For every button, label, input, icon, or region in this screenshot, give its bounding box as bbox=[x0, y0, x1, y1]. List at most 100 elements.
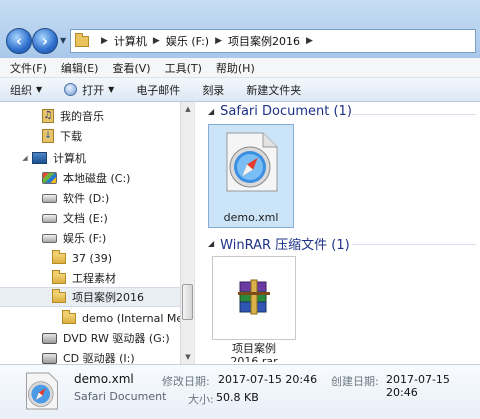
pane-splitter[interactable] bbox=[194, 102, 206, 364]
menu-tools[interactable]: 工具(T) bbox=[165, 60, 202, 76]
command-bar: 组织 ▼ 打开 ▼ 电子邮件 刻录 新建文件夹 bbox=[0, 78, 480, 102]
nav-item-label: 软件 (D:) bbox=[63, 192, 110, 205]
file-list: ◢ Safari Document (1) demo.xml ◢ WinRAR … bbox=[206, 102, 480, 364]
drive-icon bbox=[42, 213, 57, 223]
scrollbar-thumb[interactable] bbox=[182, 284, 193, 320]
safari-document-icon bbox=[226, 132, 278, 192]
nav-item-label: 下载 bbox=[60, 130, 82, 143]
group-header-winrar[interactable]: ◢ WinRAR 压缩文件 (1) bbox=[208, 234, 350, 253]
nav-item-label: 37 (39) bbox=[72, 251, 113, 265]
drive-icon bbox=[42, 233, 57, 243]
forward-button[interactable]: › bbox=[32, 28, 58, 54]
recent-pages-dropdown[interactable]: ▼ bbox=[60, 36, 66, 45]
folder-icon bbox=[52, 269, 66, 284]
details-created-value: 2017-07-15 20:46 bbox=[386, 373, 450, 399]
expand-icon[interactable]: ◢ bbox=[20, 154, 30, 162]
nav-item-drive-e[interactable]: 文档 (E:) bbox=[0, 208, 180, 228]
nav-item-label: 本地磁盘 (C:) bbox=[63, 172, 131, 185]
details-file-name: demo.xml bbox=[74, 372, 134, 386]
nav-item-folder-material[interactable]: 工程素材 bbox=[0, 268, 180, 288]
details-pane: demo.xml Safari Document 修改日期: 2017-07-1… bbox=[0, 364, 480, 419]
details-created-label: 创建日期: bbox=[331, 375, 379, 388]
nav-item-label: CD 驱动器 (I:) bbox=[63, 352, 135, 364]
chevron-down-icon: ▼ bbox=[108, 85, 115, 94]
breadcrumb-project-folder[interactable]: 项目案例2016 bbox=[228, 33, 300, 49]
nav-item-downloads[interactable]: ↓ 下载 bbox=[0, 126, 180, 146]
forward-arrow-icon: › bbox=[41, 32, 49, 50]
file-thumbnail bbox=[212, 256, 296, 340]
organize-button[interactable]: 组织 ▼ bbox=[10, 82, 42, 98]
details-modified-label: 修改日期: bbox=[162, 375, 210, 388]
nav-item-label: 文档 (E:) bbox=[63, 212, 108, 225]
organize-label: 组织 bbox=[10, 83, 32, 97]
nav-item-label: DVD RW 驱动器 (G:) bbox=[63, 332, 170, 345]
nav-item-music[interactable]: ♫ 我的音乐 bbox=[0, 106, 180, 126]
nav-item-label: 工程素材 bbox=[72, 272, 116, 285]
computer-icon bbox=[32, 152, 47, 164]
scroll-down-icon[interactable]: ▼ bbox=[183, 352, 193, 362]
folder-icon bbox=[62, 309, 76, 324]
chevron-right-icon[interactable]: ▶ bbox=[306, 36, 313, 46]
new-folder-button[interactable]: 新建文件夹 bbox=[246, 82, 301, 98]
burn-label: 刻录 bbox=[202, 83, 225, 97]
details-file-type: Safari Document bbox=[74, 390, 167, 403]
music-folder-icon: ♫ bbox=[42, 109, 54, 123]
cd-drive-icon bbox=[42, 352, 57, 364]
collapse-icon[interactable]: ◢ bbox=[208, 107, 214, 116]
drive-icon bbox=[42, 193, 57, 203]
system-drive-icon bbox=[42, 172, 57, 184]
nav-item-computer[interactable]: ◢ 计算机 bbox=[0, 148, 180, 168]
nav-item-drive-f[interactable]: 娱乐 (F:) bbox=[0, 228, 180, 248]
menu-view[interactable]: 查看(V) bbox=[112, 60, 150, 76]
file-name-line-2: 2016.rar bbox=[230, 355, 278, 362]
chevron-down-icon: ▼ bbox=[36, 85, 43, 94]
file-name-line-1: 项目案例 bbox=[232, 342, 276, 355]
details-size-label: 大小: bbox=[188, 393, 214, 406]
nav-item-drive-i[interactable]: CD 驱动器 (I:) bbox=[0, 348, 180, 364]
safari-icon bbox=[64, 83, 78, 96]
nav-item-label: 项目案例2016 bbox=[72, 291, 144, 304]
folder-icon bbox=[52, 249, 66, 264]
email-button[interactable]: 电子邮件 bbox=[136, 82, 180, 98]
back-button[interactable]: ‹ bbox=[6, 28, 32, 54]
dvd-drive-icon bbox=[42, 332, 57, 344]
group-header-safari[interactable]: ◢ Safari Document (1) bbox=[208, 104, 352, 119]
new-folder-label: 新建文件夹 bbox=[246, 83, 302, 97]
folder-icon bbox=[75, 32, 89, 47]
nav-item-folder-project[interactable]: 项目案例2016 bbox=[0, 287, 180, 307]
breadcrumb-drive-f[interactable]: 娱乐 (F:) bbox=[166, 33, 209, 49]
back-arrow-icon: ‹ bbox=[15, 32, 23, 50]
nav-item-drive-c[interactable]: 本地磁盘 (C:) bbox=[0, 168, 180, 188]
chevron-right-icon[interactable]: ▶ bbox=[101, 36, 108, 46]
address-bar[interactable]: ▶ 计算机 ▶ 娱乐 (F:) ▶ 项目案例2016 ▶ bbox=[70, 29, 476, 53]
file-name: demo.xml bbox=[223, 211, 279, 224]
details-modified-value: 2017-07-15 20:46 bbox=[218, 373, 318, 386]
open-button[interactable]: 打开 ▼ bbox=[64, 82, 114, 98]
menu-edit[interactable]: 编辑(E) bbox=[61, 60, 99, 76]
file-item-project-rar[interactable]: 项目案例 2016.rar bbox=[212, 256, 298, 362]
email-label: 电子邮件 bbox=[136, 83, 181, 97]
file-item-demo-xml[interactable]: demo.xml bbox=[208, 124, 294, 228]
group-header-label: WinRAR 压缩文件 (1) bbox=[220, 238, 350, 253]
group-divider bbox=[352, 114, 476, 115]
navigation-pane: ♫ 我的音乐 ↓ 下载 ◢ 计算机 本地磁盘 (C:) 软件 (D:) 文档 (… bbox=[0, 102, 194, 364]
nav-item-label: 娱乐 (F:) bbox=[63, 232, 107, 245]
menu-help[interactable]: 帮助(H) bbox=[216, 60, 255, 76]
title-bar: ‹ › ▼ ▶ 计算机 ▶ 娱乐 (F:) ▶ 项目案例2016 ▶ bbox=[0, 0, 480, 58]
nav-item-folder-37[interactable]: 37 (39) bbox=[0, 248, 180, 268]
nav-scrollbar[interactable]: ▲ ▼ bbox=[180, 102, 194, 364]
burn-button[interactable]: 刻录 bbox=[202, 82, 224, 98]
chevron-right-icon[interactable]: ▶ bbox=[215, 36, 222, 46]
nav-item-drive-d[interactable]: 软件 (D:) bbox=[0, 188, 180, 208]
open-label: 打开 bbox=[82, 83, 105, 97]
menu-file[interactable]: 文件(F) bbox=[10, 60, 47, 76]
collapse-icon[interactable]: ◢ bbox=[208, 239, 214, 248]
chevron-right-icon[interactable]: ▶ bbox=[153, 36, 160, 46]
nav-item-drive-g[interactable]: DVD RW 驱动器 (G:) bbox=[0, 328, 180, 348]
nav-item-folder-demo[interactable]: demo (Internal Med bbox=[0, 308, 190, 328]
nav-item-label: 我的音乐 bbox=[60, 110, 104, 123]
scroll-up-icon[interactable]: ▲ bbox=[183, 104, 193, 114]
folder-icon bbox=[52, 288, 66, 303]
safari-document-icon bbox=[26, 372, 58, 410]
breadcrumb-computer[interactable]: 计算机 bbox=[114, 33, 147, 49]
